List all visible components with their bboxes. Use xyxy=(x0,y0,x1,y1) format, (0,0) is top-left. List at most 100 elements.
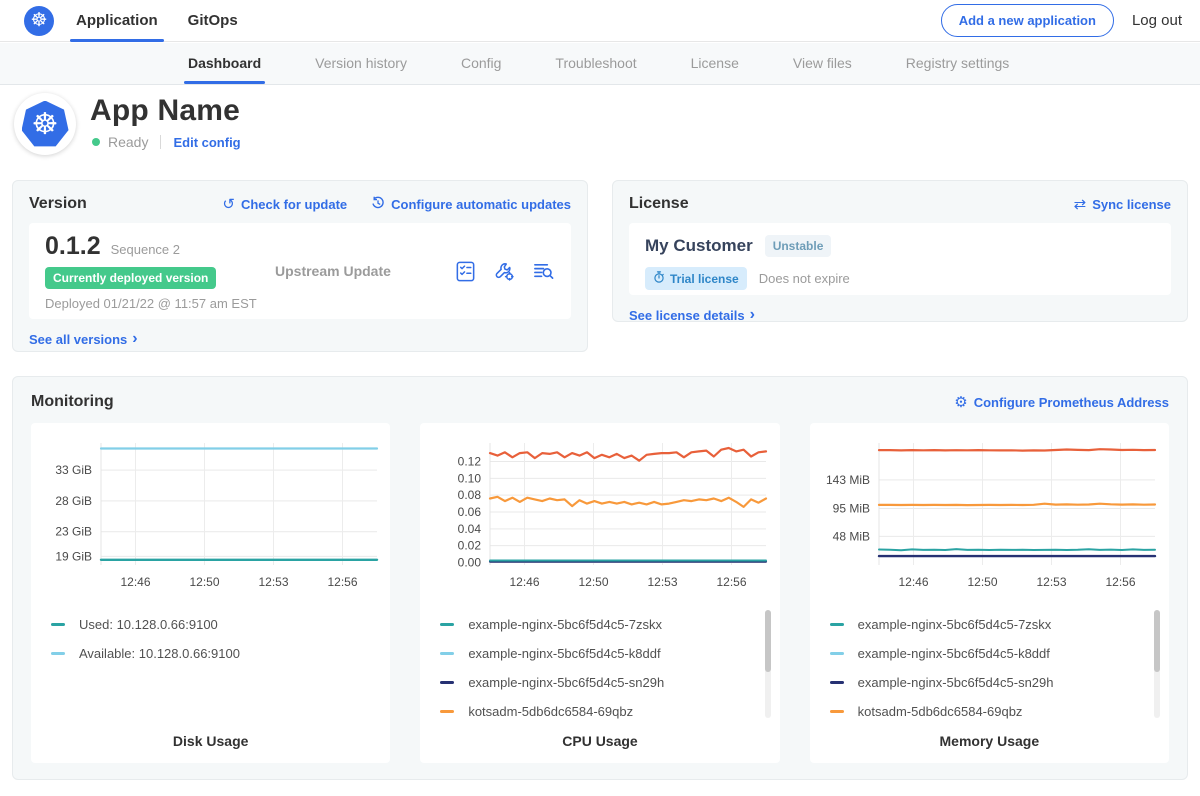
deployed-timestamp: Deployed 01/21/22 @ 11:57 am EST xyxy=(45,296,257,311)
version-number: 0.1.2 xyxy=(45,232,101,261)
topnav-tab-gitops[interactable]: GitOps xyxy=(188,0,238,42)
see-license-details-link[interactable]: See license details › xyxy=(629,307,1171,323)
version-action-icons xyxy=(454,260,555,283)
tab-troubleshoot[interactable]: Troubleshoot xyxy=(555,43,636,84)
legend-item: example-nginx-5bc6f5d4c5-k8ddf xyxy=(830,639,1169,668)
legend-item: example-nginx-5bc6f5d4c5-sn29h xyxy=(830,668,1169,697)
svg-text:12:46: 12:46 xyxy=(899,575,929,589)
legend-swatch xyxy=(830,652,844,655)
cpu-usage-chart: 0.000.020.040.060.080.100.1212:4612:5012… xyxy=(426,429,774,606)
logout-button[interactable]: Log out xyxy=(1132,12,1182,29)
svg-text:19 GiB: 19 GiB xyxy=(55,549,92,563)
svg-text:48 MiB: 48 MiB xyxy=(833,529,870,543)
app-logo: ☸ xyxy=(14,93,76,155)
tab-dashboard[interactable]: Dashboard xyxy=(188,43,261,84)
version-panel-links: ↺ Check for update Configure automatic u… xyxy=(222,196,571,213)
svg-text:12:56: 12:56 xyxy=(1106,575,1136,589)
svg-text:0.12: 0.12 xyxy=(458,455,482,469)
version-panel-title: Version xyxy=(29,195,87,213)
svg-text:0.08: 0.08 xyxy=(458,488,482,502)
topnav-right: Add a new application Log out xyxy=(941,4,1182,37)
divider xyxy=(160,135,161,149)
sync-license-link[interactable]: ⇄ Sync license xyxy=(1074,197,1171,212)
legend-scrollbar-thumb[interactable] xyxy=(765,610,771,672)
legend-label: example-nginx-5bc6f5d4c5-k8ddf xyxy=(858,646,1050,661)
legend-item: example-nginx-5bc6f5d4c5-7zskx xyxy=(440,610,779,639)
legend-item: Available: 10.128.0.66:9100 xyxy=(51,639,390,668)
legend-swatch xyxy=(440,652,454,655)
version-panel: Version ↺ Check for update Configure aut… xyxy=(12,180,588,352)
version-source-label: Upstream Update xyxy=(275,263,391,279)
license-details-card: My Customer Unstable Trial license Does … xyxy=(629,223,1171,295)
cpu-usage-title: CPU Usage xyxy=(420,733,779,763)
edit-config-link[interactable]: Edit config xyxy=(173,135,240,150)
configure-automatic-updates-link[interactable]: Configure automatic updates xyxy=(371,196,571,213)
legend-swatch xyxy=(440,623,454,626)
legend-item: example-nginx-5bc6f5d4c5-sn29h xyxy=(440,668,779,697)
legend-swatch xyxy=(830,623,844,626)
legend-swatch xyxy=(830,710,844,713)
tab-view-files[interactable]: View files xyxy=(793,43,852,84)
legend-scrollbar-thumb[interactable] xyxy=(1154,610,1160,672)
legend-label: example-nginx-5bc6f5d4c5-7zskx xyxy=(858,617,1052,632)
configure-prometheus-link[interactable]: ⚙ Configure Prometheus Address xyxy=(954,395,1169,410)
tab-version-history[interactable]: Version history xyxy=(315,43,407,84)
version-info: 0.1.2 Sequence 2 Currently deployed vers… xyxy=(45,232,257,311)
see-all-versions-link[interactable]: See all versions › xyxy=(29,331,571,347)
kubernetes-logo-icon[interactable]: ☸ xyxy=(24,6,54,36)
svg-text:143 MiB: 143 MiB xyxy=(826,473,870,487)
view-logs-icon[interactable] xyxy=(532,260,555,283)
gear-icon: ⚙ xyxy=(954,395,967,410)
legend-scrollbar-track xyxy=(1154,610,1160,718)
legend-label: example-nginx-5bc6f5d4c5-sn29h xyxy=(468,675,664,690)
legend-label: example-nginx-5bc6f5d4c5-7zskx xyxy=(468,617,662,632)
legend-swatch xyxy=(830,681,844,684)
legend-scrollbar-track xyxy=(765,610,771,718)
svg-text:0.10: 0.10 xyxy=(458,471,482,485)
add-new-application-button[interactable]: Add a new application xyxy=(941,4,1114,37)
legend-label: example-nginx-5bc6f5d4c5-sn29h xyxy=(858,675,1054,690)
check-for-update-link[interactable]: ↺ Check for update xyxy=(222,197,347,212)
app-sub-nav: Dashboard Version history Config Trouble… xyxy=(0,43,1200,85)
configure-automatic-updates-label: Configure automatic updates xyxy=(391,197,571,212)
license-expiry: Does not expire xyxy=(759,271,850,286)
legend-swatch xyxy=(51,652,65,655)
chart-svg: 19 GiB23 GiB28 GiB33 GiB12:4612:5012:531… xyxy=(37,429,385,601)
chevron-right-icon: › xyxy=(750,307,755,323)
monitoring-panel: Monitoring ⚙ Configure Prometheus Addres… xyxy=(12,376,1188,780)
check-for-update-label: Check for update xyxy=(241,197,347,212)
refresh-icon: ↺ xyxy=(222,197,235,212)
sync-icon: ⇄ xyxy=(1074,197,1087,212)
release-notes-icon[interactable] xyxy=(454,260,477,283)
legend-swatch xyxy=(51,623,65,626)
legend-label: Available: 10.128.0.66:9100 xyxy=(79,646,240,661)
disk-usage-chart: 19 GiB23 GiB28 GiB33 GiB12:4612:5012:531… xyxy=(37,429,385,606)
topnav-tab-application[interactable]: Application xyxy=(76,0,158,42)
configure-prometheus-label: Configure Prometheus Address xyxy=(974,395,1169,410)
memory-usage-card: 48 MiB95 MiB143 MiB12:4612:5012:5312:56 … xyxy=(810,423,1169,763)
svg-text:0.06: 0.06 xyxy=(458,505,482,519)
see-all-versions-label: See all versions xyxy=(29,332,127,347)
svg-text:0.00: 0.00 xyxy=(458,555,482,569)
legend-item: example-nginx-5bc6f5d4c5-k8ddf xyxy=(440,639,779,668)
svg-text:12:50: 12:50 xyxy=(578,575,608,589)
current-version-card: 0.1.2 Sequence 2 Currently deployed vers… xyxy=(29,223,571,319)
chart-legend: Used: 10.128.0.66:9100 Available: 10.128.… xyxy=(31,606,390,733)
svg-text:23 GiB: 23 GiB xyxy=(55,525,92,539)
config-wrench-icon[interactable] xyxy=(493,260,516,283)
legend-label: Used: 10.128.0.66:9100 xyxy=(79,617,218,632)
chart-svg: 48 MiB95 MiB143 MiB12:4612:5012:5312:56 xyxy=(815,429,1163,601)
kubernetes-app-icon: ☸ xyxy=(22,101,69,148)
tab-config[interactable]: Config xyxy=(461,43,501,84)
svg-text:28 GiB: 28 GiB xyxy=(55,494,92,508)
monitoring-title: Monitoring xyxy=(31,393,114,411)
app-header: ☸ App Name Ready Edit config xyxy=(0,85,1200,180)
chart-legend: example-nginx-5bc6f5d4c5-7zskx example-ng… xyxy=(810,606,1169,733)
license-panel-title: License xyxy=(629,195,689,213)
sync-license-label: Sync license xyxy=(1092,197,1171,212)
monitoring-header: Monitoring ⚙ Configure Prometheus Addres… xyxy=(31,393,1169,411)
tab-registry-settings[interactable]: Registry settings xyxy=(906,43,1009,84)
svg-text:12:46: 12:46 xyxy=(120,575,150,589)
tab-license[interactable]: License xyxy=(691,43,739,84)
disk-usage-card: 19 GiB23 GiB28 GiB33 GiB12:4612:5012:531… xyxy=(31,423,390,763)
